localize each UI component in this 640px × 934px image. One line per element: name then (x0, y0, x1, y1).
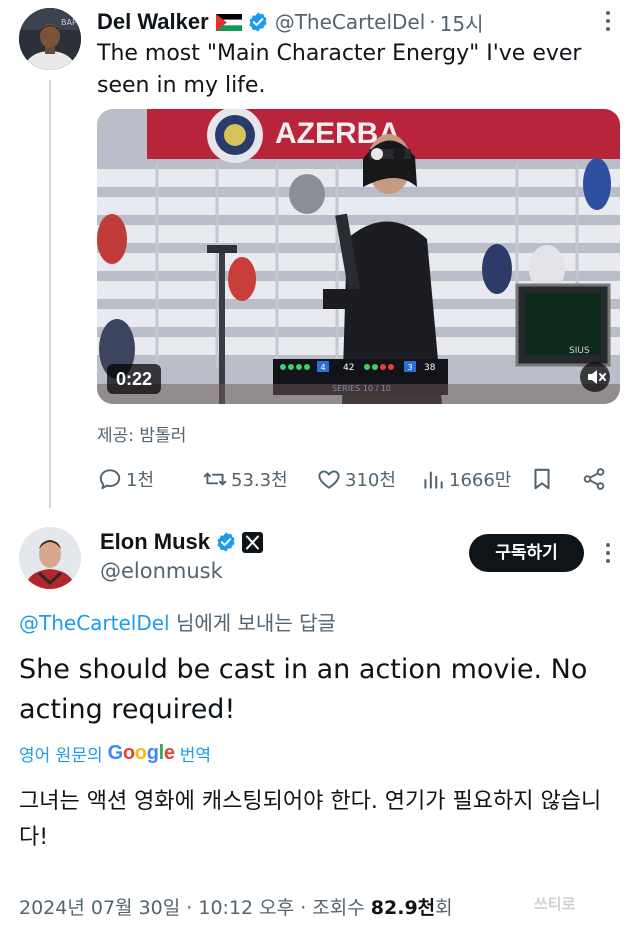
tweet-time[interactable]: 15시 (440, 8, 484, 37)
share-button[interactable] (581, 462, 610, 496)
views-value: 82.9천 (370, 897, 436, 919)
reply-author-handle[interactable]: @elonmusk (100, 559, 223, 583)
subscribe-button[interactable]: 구독하기 (469, 534, 584, 572)
reply-text: She should be cast in an action movie. N… (19, 654, 588, 725)
action-bar: 1천 53.3천 310천 1666만 (97, 462, 617, 496)
retweet-icon (203, 472, 227, 486)
verified-badge-icon (247, 11, 269, 33)
translate-suffix: 번역 (179, 745, 212, 766)
verified-badge-icon (215, 531, 237, 553)
views-count: 1666만 (449, 470, 512, 491)
separator-dot: · (186, 897, 199, 919)
share-icon (583, 468, 605, 490)
google-letter-o1: o (122, 741, 135, 764)
mute-icon[interactable] (580, 362, 610, 392)
replying-to-handle[interactable]: @TheCartelDel (19, 611, 170, 635)
replying-to-suffix: 님에게 보내는 답글 (169, 611, 336, 635)
score-left-value: 42 (343, 363, 354, 373)
score-left-set: 4 (320, 363, 325, 372)
like-count: 310천 (345, 470, 396, 491)
google-letter-g: g (146, 741, 159, 764)
separator-dot: · (300, 897, 313, 919)
author-name[interactable]: Del Walker (97, 9, 209, 35)
reply-button[interactable]: 1천 (97, 462, 154, 496)
more-options-icon[interactable] (598, 8, 618, 36)
replying-to: @TheCartelDel 님에게 보내는 답글 (19, 607, 336, 636)
x-affiliate-icon (242, 531, 264, 553)
translate-link[interactable]: 영어 원문의 Google 번역 (19, 740, 211, 766)
reply-translation: 그녀는 액션 영화에 캐스팅되어야 한다. 연기가 필요하지 않습니다! (19, 789, 602, 850)
bookmark-button[interactable] (529, 462, 558, 496)
post-date[interactable]: 2024년 07월 30일 (19, 897, 180, 919)
like-button[interactable]: 310천 (316, 462, 396, 496)
score-right-value: 38 (424, 363, 436, 373)
reply-author-name[interactable]: Elon Musk (100, 529, 210, 555)
translate-prefix: 영어 원문의 (19, 745, 103, 766)
thread-connector-line (49, 80, 51, 508)
del-walker-avatar[interactable]: BAPTI (19, 8, 81, 70)
heart-icon (318, 470, 340, 489)
tweet-text: The most "Main Character Energy" I've ev… (97, 41, 582, 98)
video-frame: AZERBA SIUS 4 42 3 38 (97, 109, 620, 404)
monitor-brand: SIUS (569, 346, 590, 356)
tweet-header: Del Walker @TheCartelDel · 15시 (97, 6, 484, 38)
google-letter-o2: o (134, 741, 147, 764)
video-duration: 0:22 (107, 364, 162, 394)
google-letter-G: G (107, 741, 124, 764)
views-chart-icon (424, 471, 443, 489)
svg-text:BAPTI: BAPTI (61, 18, 81, 27)
separator-dot: · (429, 10, 436, 34)
palestine-flag-icon (215, 13, 242, 31)
bookmark-icon (534, 468, 550, 490)
score-right-set: 3 (407, 363, 412, 372)
watermark: 쓰티로 (534, 895, 576, 913)
reply-count: 1천 (126, 470, 155, 491)
reply-meta: 2024년 07월 30일 · 10:12 오후 · 조회수 82.9천회 (19, 893, 453, 920)
views-button[interactable]: 1666만 (420, 462, 511, 496)
more-options-icon[interactable] (598, 540, 618, 568)
retweet-button[interactable]: 53.3천 (202, 462, 288, 496)
google-letter-e: e (163, 741, 175, 764)
post-time[interactable]: 10:12 오후 (198, 897, 294, 919)
retweet-count: 53.3천 (231, 470, 288, 491)
tweet-video[interactable]: AZERBA SIUS 4 42 3 38 0:22 (97, 109, 620, 404)
reply-author: Elon Musk (100, 527, 264, 557)
media-credit: 제공: 밤톨러 (97, 426, 187, 446)
views-unit: 회 (435, 897, 453, 919)
views-label: 조회수 (312, 897, 365, 919)
elon-musk-avatar[interactable] (19, 527, 81, 589)
author-handle[interactable]: @TheCartelDel (275, 10, 426, 34)
google-logo: Google (108, 742, 175, 765)
reply-icon (99, 469, 121, 490)
